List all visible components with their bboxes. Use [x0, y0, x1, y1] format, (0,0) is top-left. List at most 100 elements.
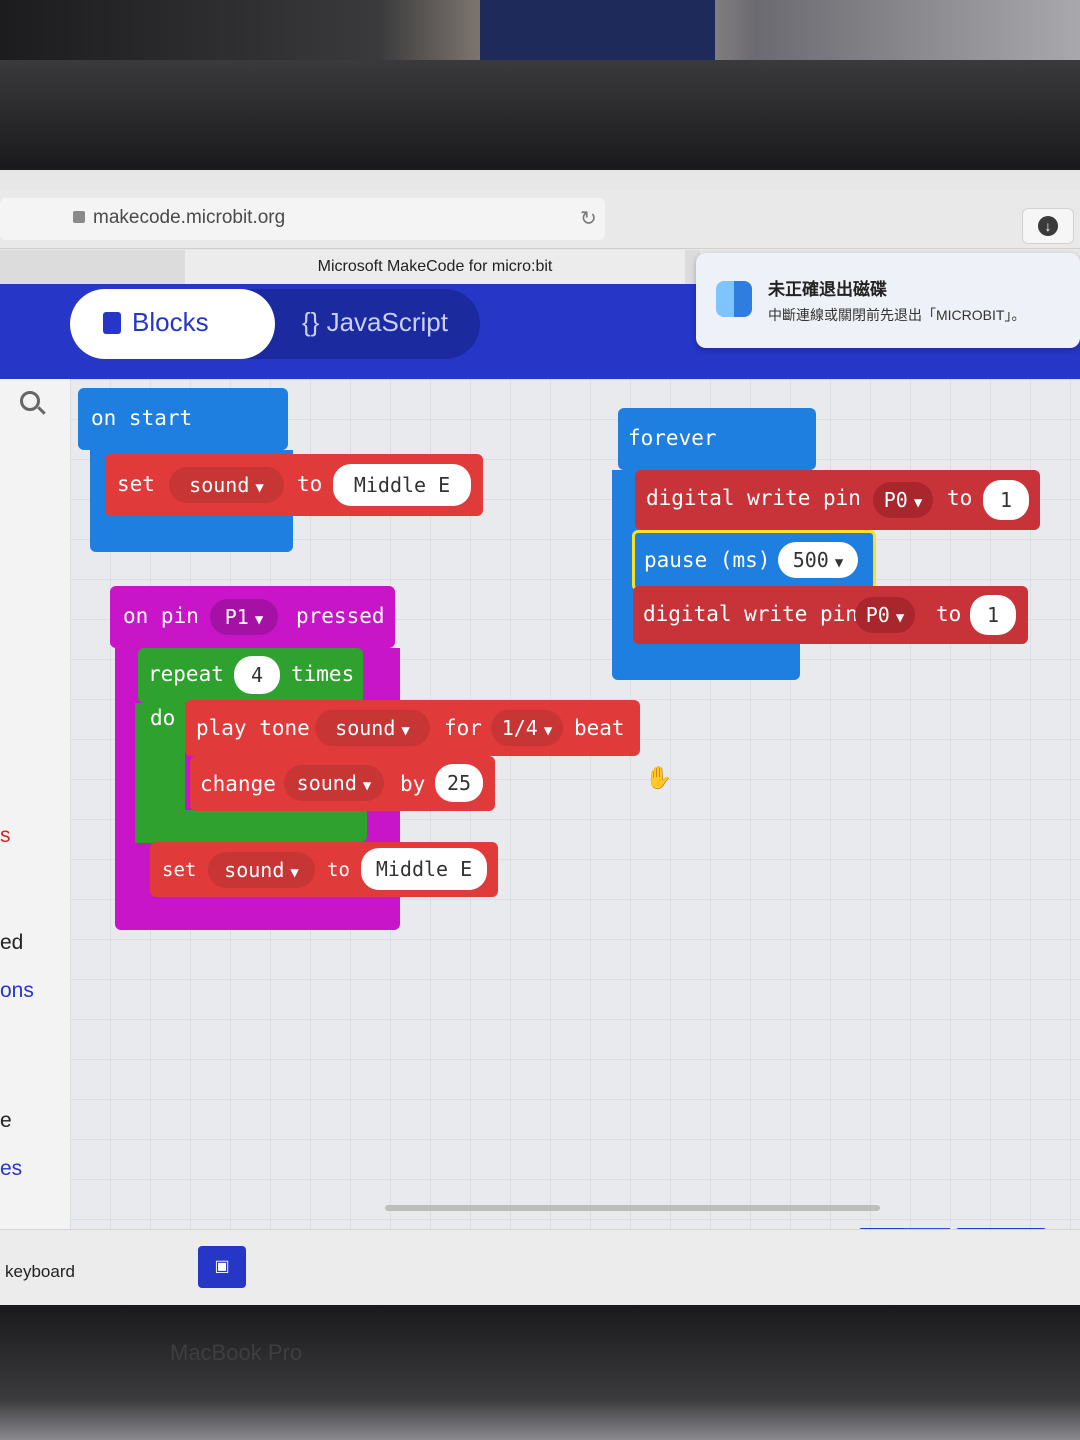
finder-icon: [716, 281, 752, 317]
variable-dropdown[interactable]: sound ▼: [208, 852, 315, 888]
save-icon: ▣: [214, 1258, 230, 1275]
pin-value: P1: [224, 605, 249, 629]
note-value[interactable]: Middle E: [333, 464, 471, 506]
hand-cursor-icon: ✋: [645, 765, 673, 790]
horizontal-scrollbar[interactable]: [385, 1205, 880, 1211]
to-keyword: to: [327, 859, 350, 881]
for-keyword: for: [444, 716, 482, 740]
repeat-keyword: repeat: [148, 662, 224, 686]
toolbox: s ed ons e es: [0, 379, 71, 1269]
on-start-label: on start: [91, 406, 193, 430]
toolbox-item[interactable]: ons: [0, 979, 34, 1003]
digital-write-block-2[interactable]: digital write pin P0 ▼ to 1: [633, 586, 1028, 644]
variable-dropdown[interactable]: sound ▼: [169, 467, 284, 503]
lock-icon: [73, 211, 85, 223]
beat-value: 1/4: [501, 716, 538, 740]
search-icon[interactable]: [20, 391, 40, 411]
blocks-tab[interactable]: Blocks: [70, 289, 275, 359]
write-value[interactable]: 1: [970, 595, 1016, 635]
pressed-label: pressed: [296, 604, 385, 628]
set-keyword: set: [117, 472, 155, 496]
pin-dropdown[interactable]: P1 ▼: [210, 599, 278, 635]
pin-value: P0: [883, 488, 908, 512]
dropdown-caret-icon: ▼: [401, 723, 410, 739]
pin-dropdown[interactable]: P0 ▼: [873, 482, 933, 518]
dropdown-caret-icon: ▼: [290, 865, 299, 881]
notification-title: 未正確退出磁碟: [768, 280, 887, 299]
forever-label: forever: [628, 426, 717, 450]
javascript-label: JavaScript: [326, 307, 448, 337]
digital-write-block-1[interactable]: digital write pin P0 ▼ to 1: [635, 470, 1040, 530]
laptop-screen: makecode.microbit.org ↻ ↓ Microsoft Make…: [0, 170, 1080, 1305]
tone-dropdown[interactable]: sound ▼: [315, 710, 430, 746]
pin-value: P0: [865, 603, 890, 627]
beat-dropdown[interactable]: 1/4 ▼: [491, 710, 563, 746]
browser-address-bar: makecode.microbit.org ↻: [0, 190, 1080, 249]
dropdown-caret-icon: ▼: [913, 495, 923, 511]
to-keyword: to: [947, 486, 973, 510]
change-variable-block[interactable]: change sound ▼ by 25: [190, 756, 495, 811]
toolbox-item[interactable]: e: [0, 1109, 12, 1133]
digital-write-label: digital write pin: [646, 486, 861, 510]
editor-footer: keyboard ▣: [0, 1229, 1080, 1305]
pause-label: pause (ms): [644, 548, 771, 572]
dropdown-caret-icon: ▼: [834, 555, 844, 571]
javascript-tab[interactable]: {} JavaScript: [302, 307, 448, 338]
write-value[interactable]: 1: [983, 480, 1029, 520]
pause-value: 500: [792, 548, 829, 572]
tab-bar: Microsoft MakeCode for micro:bit: [0, 250, 700, 284]
on-start-block[interactable]: on start: [78, 388, 288, 450]
repeat-block[interactable]: repeat 4 times: [138, 648, 363, 703]
do-keyword: do: [150, 706, 176, 730]
pause-dropdown[interactable]: 500 ▼: [778, 542, 858, 578]
editor-toggle: Blocks {} JavaScript: [70, 289, 480, 359]
tone-variable: sound: [335, 716, 396, 740]
url-text: makecode.microbit.org: [93, 207, 286, 228]
beat-keyword: beat: [574, 716, 625, 740]
download-button[interactable]: ↓: [1022, 208, 1074, 244]
play-tone-label: play tone: [196, 716, 310, 740]
dropdown-caret-icon: ▼: [254, 612, 264, 628]
set-variable-block[interactable]: set sound ▼ to Middle E: [105, 454, 483, 516]
dropdown-caret-icon: ▼: [362, 778, 372, 794]
by-keyword: by: [400, 772, 426, 796]
toolbox-item[interactable]: s: [0, 824, 11, 848]
save-button[interactable]: ▣: [198, 1246, 246, 1288]
system-notification[interactable]: 未正確退出磁碟 中斷連線或關閉前先退出「MICROBIT」。: [696, 253, 1080, 348]
set-variable-block-2[interactable]: set sound ▼ to Middle E: [150, 842, 498, 897]
change-value[interactable]: 25: [435, 764, 483, 802]
repeat-footer: [140, 810, 367, 842]
puzzle-icon: [103, 312, 121, 334]
repeat-count[interactable]: 4: [234, 656, 280, 694]
download-icon: ↓: [1038, 216, 1058, 236]
digital-write-label: digital write pin: [643, 602, 858, 626]
reload-icon[interactable]: ↻: [580, 209, 598, 229]
variable-name: sound: [296, 771, 357, 795]
to-keyword: to: [936, 602, 962, 626]
tab-makecode[interactable]: Microsoft MakeCode for micro:bit: [185, 250, 685, 284]
times-keyword: times: [291, 662, 355, 686]
variable-name: sound: [224, 858, 285, 882]
dropdown-caret-icon: ▼: [255, 480, 264, 496]
set-keyword: set: [162, 859, 197, 881]
device-label: MacBook Pro: [170, 1340, 303, 1365]
toolbox-item[interactable]: es: [0, 1157, 22, 1181]
pause-block[interactable]: pause (ms) 500 ▼: [632, 530, 876, 591]
dropdown-caret-icon: ▼: [895, 610, 905, 626]
variable-name: sound: [189, 473, 250, 497]
project-name[interactable]: keyboard: [5, 1262, 75, 1282]
pin-dropdown[interactable]: P0 ▼: [855, 597, 915, 633]
note-value[interactable]: Middle E: [361, 848, 487, 890]
notification-body: 中斷連線或關閉前先退出「MICROBIT」。: [768, 307, 1026, 323]
change-keyword: change: [200, 772, 276, 796]
play-tone-block[interactable]: play tone sound ▼ for 1/4 ▼ beat: [185, 700, 640, 756]
dropdown-caret-icon: ▼: [543, 723, 553, 739]
forever-block[interactable]: forever: [618, 408, 816, 470]
on-pin-pressed-block[interactable]: on pin P1 ▼ pressed: [110, 586, 395, 648]
url-field[interactable]: makecode.microbit.org ↻: [0, 198, 605, 240]
on-pin-label: on pin: [123, 604, 199, 628]
to-keyword: to: [297, 472, 323, 496]
variable-dropdown[interactable]: sound ▼: [284, 765, 384, 801]
laptop-bezel-bottom: MacBook Pro: [0, 1305, 1080, 1440]
toolbox-item[interactable]: ed: [0, 931, 23, 955]
